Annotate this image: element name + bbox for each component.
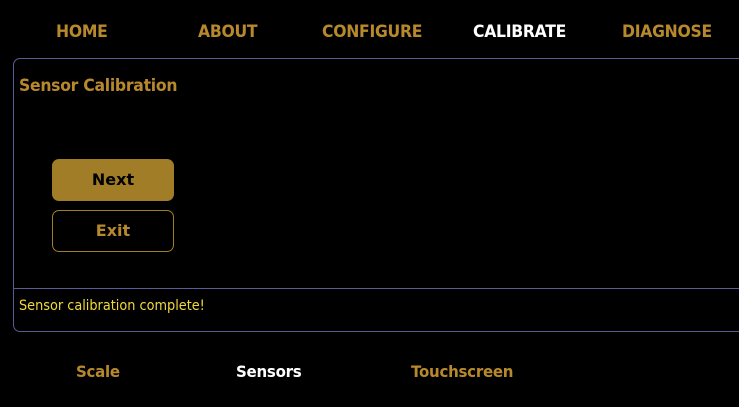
subnav-scale[interactable]: Scale: [76, 362, 120, 381]
nav-home[interactable]: HOME: [56, 22, 108, 42]
top-navigation: HOME ABOUT CONFIGURE CALIBRATE DIAGNOSE: [0, 0, 739, 58]
nav-diagnose[interactable]: DIAGNOSE: [622, 22, 712, 42]
nav-calibrate[interactable]: CALIBRATE: [473, 22, 566, 42]
exit-button[interactable]: Exit: [52, 210, 174, 252]
status-bar: Sensor calibration complete!: [14, 288, 739, 332]
subnav-touchscreen[interactable]: Touchscreen: [411, 362, 514, 381]
nav-configure[interactable]: CONFIGURE: [322, 22, 422, 42]
panel-title: Sensor Calibration: [19, 76, 178, 96]
status-message: Sensor calibration complete!: [19, 298, 205, 314]
calibration-panel: Sensor Calibration Next Exit Sensor cali…: [13, 58, 739, 332]
sub-navigation: Scale Sensors Touchscreen: [0, 345, 739, 407]
nav-about[interactable]: ABOUT: [198, 22, 258, 42]
next-button[interactable]: Next: [52, 159, 174, 201]
subnav-sensors[interactable]: Sensors: [236, 362, 302, 381]
